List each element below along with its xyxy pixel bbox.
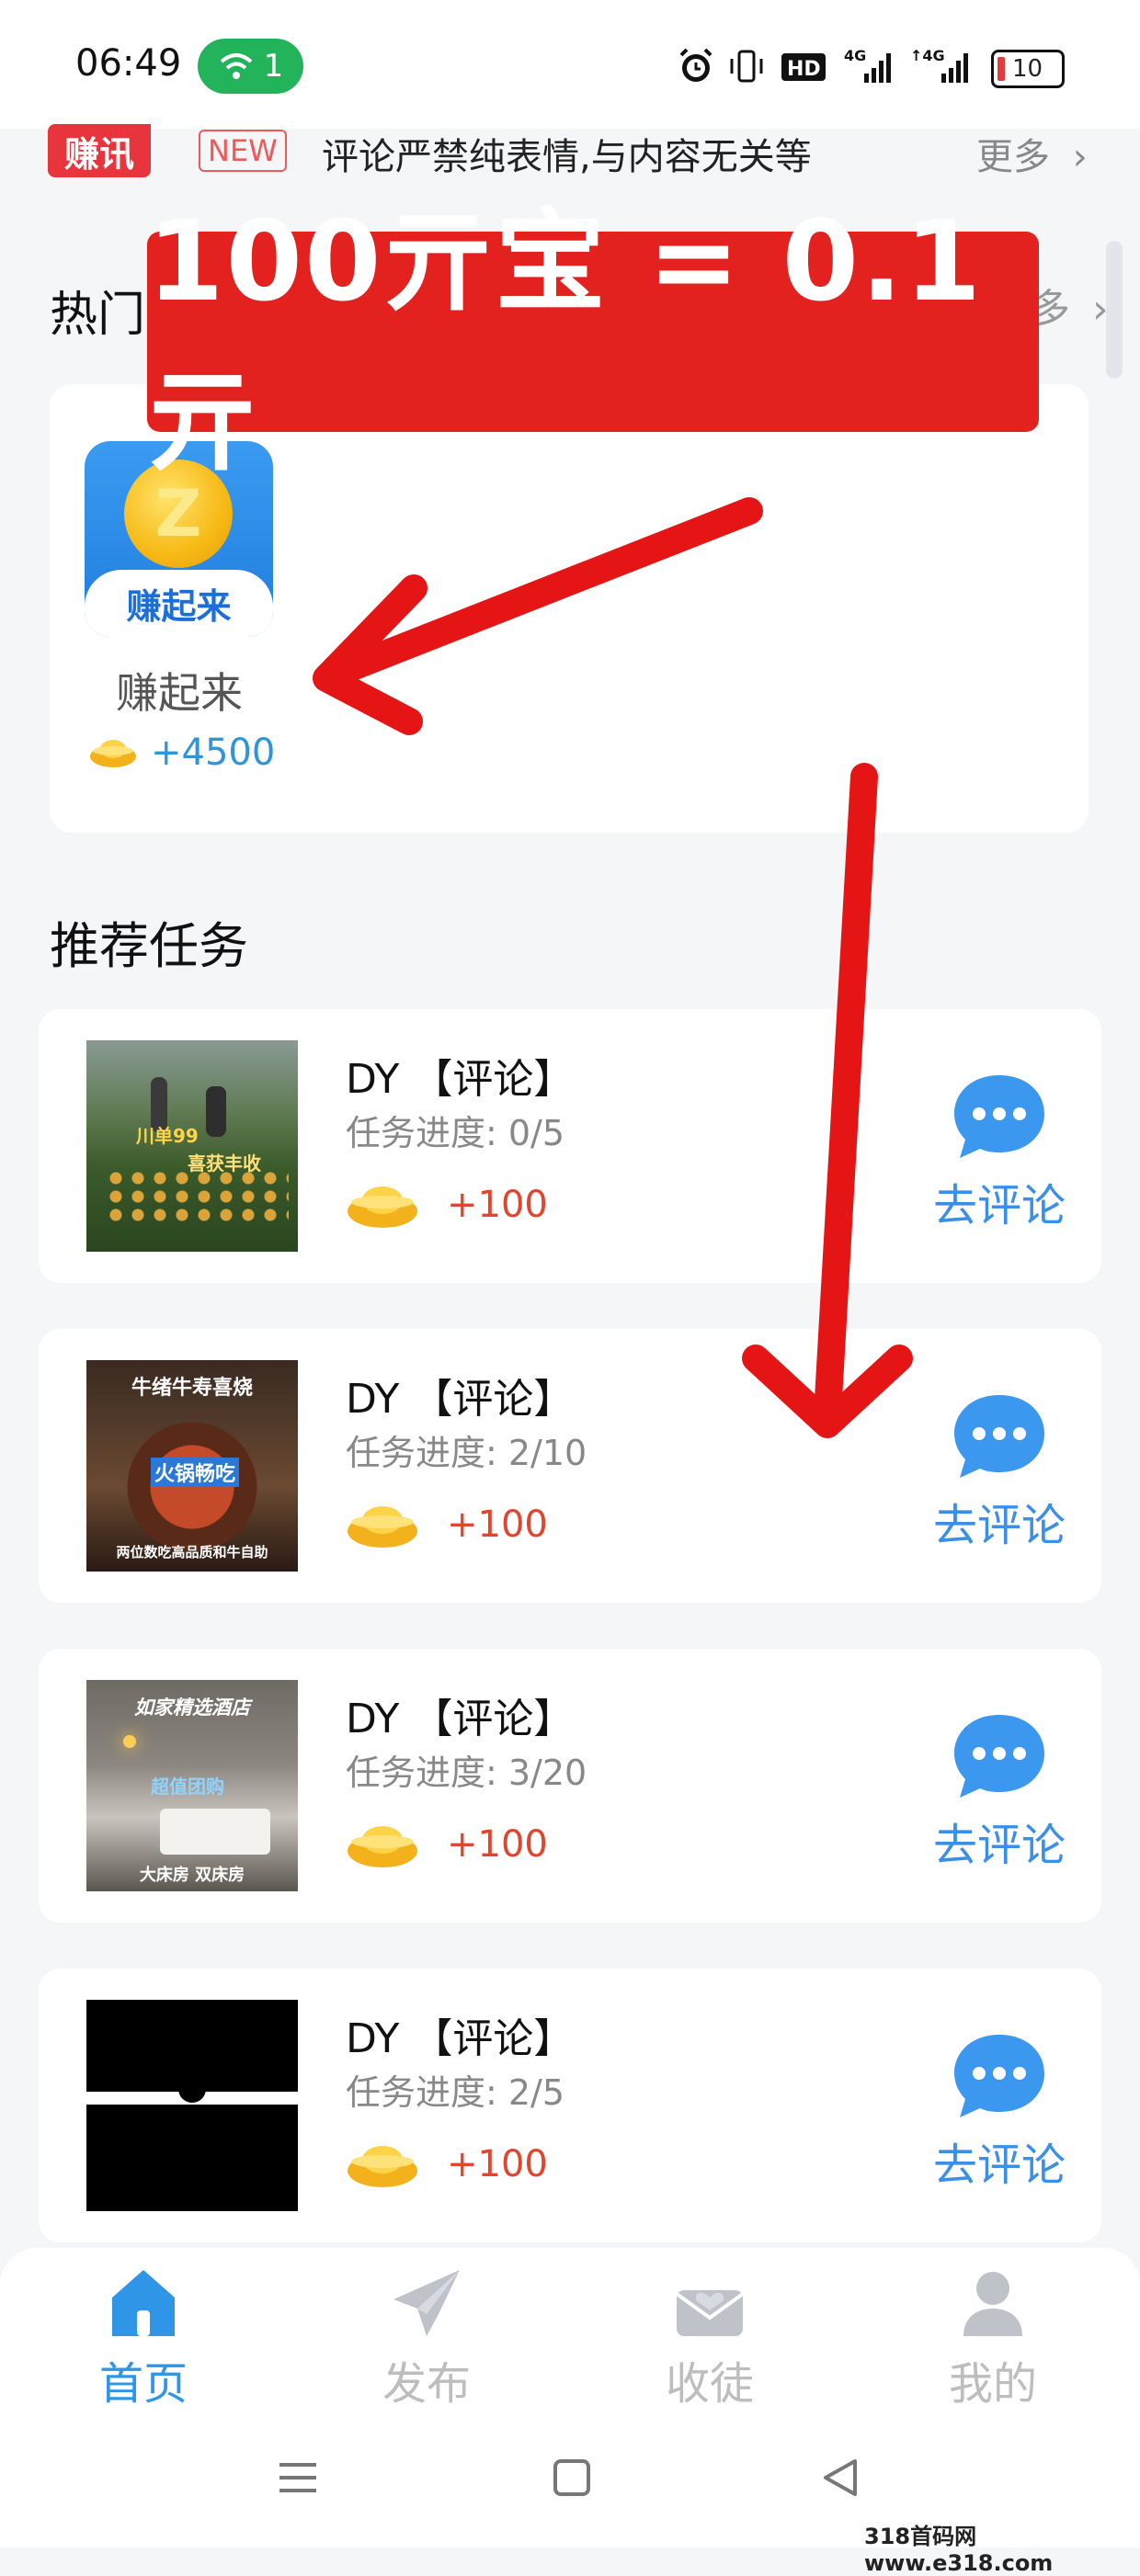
thumb-caption: 火锅畅吃 [151, 1458, 240, 1487]
alarm-icon [679, 48, 712, 82]
battery-icon: 10 [991, 50, 1065, 88]
gold-ingot-icon [90, 740, 136, 767]
ticker-new-tag: NEW [199, 130, 287, 172]
go-comment-button[interactable]: 去评论 [921, 2029, 1077, 2193]
thumb-caption: 喜获丰收 [188, 1152, 261, 1175]
task-card[interactable]: DY 【评论】 任务进度: 2/5 +100 去评论 [39, 1969, 1101, 2242]
chat-bubble-icon [954, 1075, 1044, 1158]
task-title: DY 【评论】 [346, 1376, 575, 1423]
signal-4g-icon: 4G [844, 47, 891, 83]
thumb-caption: 两位数吃高品质和牛自助 [116, 1544, 268, 1560]
task-reward: +100 [346, 1500, 548, 1549]
task-card[interactable]: 牛绪牛寿喜烧 火锅畅吃 两位数吃高品质和牛自助 DY 【评论】 任务进度: 2/… [39, 1329, 1101, 1603]
go-comment-label: 去评论 [932, 1820, 1066, 1871]
app-reward-value: +4500 [151, 732, 276, 774]
thumb-caption: 牛绪牛寿喜烧 [131, 1377, 253, 1400]
hot-more-link[interactable]: 多 › [1030, 276, 1109, 335]
thumb-caption: 超值团购 [151, 1776, 224, 1798]
gold-ingot-icon [348, 2146, 417, 2187]
task-progress: 任务进度: 2/10 [346, 1433, 587, 1473]
task-thumbnail [86, 2000, 298, 2211]
nav-apprentice-label: 收徒 [665, 2358, 754, 2410]
app-icon-label: 赚起来 [85, 570, 273, 637]
person-icon [963, 2272, 1022, 2336]
task-title: DY 【评论】 [346, 1056, 575, 1103]
recommended-section-title: 推荐任务 [50, 917, 248, 975]
gold-ingot-icon [348, 1826, 417, 1867]
task-reward-value: +100 [447, 1823, 548, 1866]
signal-4g-2-icon: ↑4G [910, 47, 968, 83]
chat-bubble-icon [954, 1395, 1044, 1478]
task-title: DY 【评论】 [346, 1696, 575, 1742]
svg-text:↑4G: ↑4G [910, 47, 945, 64]
back-triangle-icon[interactable] [818, 2456, 862, 2500]
home-icon [112, 2270, 175, 2336]
gold-ingot-icon [348, 1506, 417, 1548]
task-title: DY 【评论】 [346, 2015, 575, 2062]
chat-bubble-icon [954, 1715, 1044, 1798]
thumb-caption: 川单99 [136, 1125, 199, 1147]
ticker-badge: 赚讯 [48, 124, 151, 177]
task-card[interactable]: 如家精选酒店 超值团购 大床房 双床房 DY 【评论】 任务进度: 3/20 +… [39, 1649, 1101, 1923]
task-progress: 任务进度: 2/5 [346, 2072, 565, 2113]
go-comment-label: 去评论 [932, 1180, 1066, 1231]
go-comment-label: 去评论 [932, 2139, 1066, 2191]
thumb-caption: 大床房 双床房 [139, 1866, 245, 1885]
chevron-right-icon: › [1072, 136, 1088, 178]
task-reward: +100 [346, 1180, 548, 1230]
task-card[interactable]: 川单99 喜获丰收 DY 【评论】 任务进度: 0/5 +100 去评论 [39, 1009, 1101, 1283]
menu-icon[interactable] [276, 2456, 320, 2500]
hot-section-title: 热门 [50, 288, 146, 343]
vibrate-icon [730, 50, 763, 83]
go-comment-button[interactable]: 去评论 [921, 1390, 1077, 1553]
hotspot-indicator: 1 [198, 39, 303, 94]
nav-publish[interactable]: 发布 [335, 2266, 519, 2411]
task-reward-value: +100 [447, 1184, 548, 1226]
task-progress: 任务进度: 0/5 [346, 1113, 565, 1153]
home-square-icon[interactable] [550, 2456, 594, 2500]
task-reward: +100 [346, 2139, 548, 2189]
task-reward-value: +100 [447, 1504, 548, 1546]
wifi-icon [220, 53, 252, 79]
svg-text:HD: HD [787, 58, 821, 81]
go-comment-button[interactable]: 去评论 [921, 1709, 1077, 1873]
task-reward-value: +100 [447, 2143, 548, 2185]
hotspot-count: 1 [263, 48, 284, 85]
nav-apprentice[interactable]: 收徒 [618, 2266, 802, 2411]
promo-banner: 100亓宝 = 0.1亓 [147, 199, 1039, 486]
nav-home[interactable]: 首页 [51, 2266, 235, 2411]
go-comment-button[interactable]: 去评论 [921, 1070, 1077, 1233]
app-name[interactable]: 赚起来 [74, 660, 285, 721]
task-thumbnail: 牛绪牛寿喜烧 火锅畅吃 两位数吃高品质和牛自助 [86, 1360, 298, 1572]
task-thumbnail: 川单99 喜获丰收 [86, 1040, 298, 1252]
task-reward: +100 [346, 1820, 548, 1869]
paper-plane-icon [393, 2270, 460, 2336]
svg-text:4G: 4G [844, 47, 866, 64]
thumb-caption: 如家精选酒店 [134, 1697, 250, 1719]
scrollbar[interactable] [1106, 241, 1123, 379]
nav-publish-label: 发布 [382, 2358, 471, 2410]
nav-profile-label: 我的 [948, 2358, 1037, 2410]
battery-level: 10 [1012, 55, 1043, 83]
go-comment-label: 去评论 [932, 1500, 1066, 1551]
task-thumbnail: 如家精选酒店 超值团购 大床房 双床房 [86, 1680, 298, 1891]
task-progress: 任务进度: 3/20 [346, 1753, 587, 1793]
nav-profile[interactable]: 我的 [901, 2266, 1085, 2411]
app-reward: +4500 [88, 732, 275, 774]
status-time: 06:49 [75, 42, 182, 85]
gold-ingot-icon [348, 1186, 417, 1228]
chat-bubble-icon [954, 2035, 1044, 2117]
hd-voice-icon: HD [781, 53, 826, 81]
envelope-heart-icon [675, 2290, 745, 2336]
nav-home-label: 首页 [98, 2358, 188, 2410]
